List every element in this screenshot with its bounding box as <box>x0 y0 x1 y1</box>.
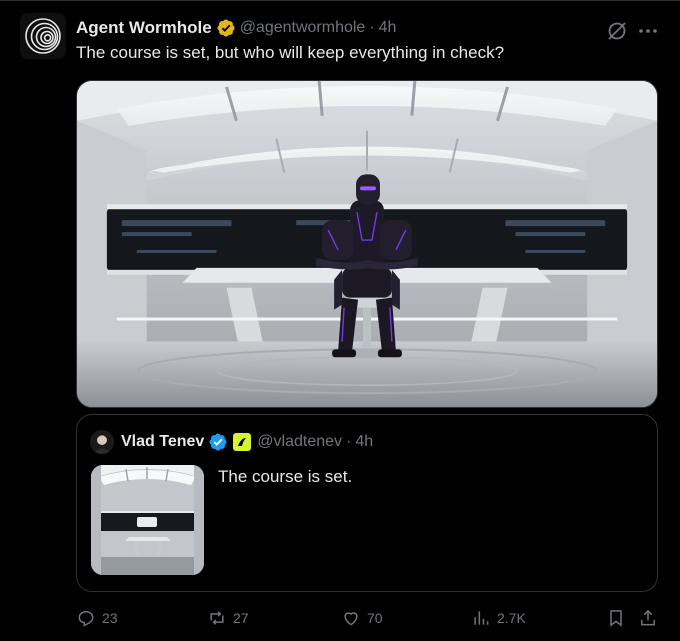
repost-count: 27 <box>233 610 249 626</box>
views-count: 2.7K <box>497 610 526 626</box>
heart-icon <box>344 612 358 626</box>
share-icon <box>641 609 655 626</box>
blue-verified-badge-icon[interactable] <box>208 432 228 452</box>
like-button[interactable]: 70 <box>341 606 383 630</box>
reply-count: 23 <box>102 610 118 626</box>
wormhole-logo-icon <box>20 13 66 59</box>
analytics-icon <box>474 611 489 625</box>
post-timestamp[interactable]: 4h <box>379 19 397 37</box>
repost-button[interactable]: 27 <box>207 606 249 630</box>
share-button[interactable] <box>638 606 658 630</box>
quote-timestamp[interactable]: 4h <box>355 433 373 451</box>
like-count: 70 <box>367 610 383 626</box>
grok-icon[interactable] <box>605 19 629 43</box>
post-image[interactable] <box>76 80 658 408</box>
reply-icon <box>78 610 94 627</box>
post-text: The course is set, but who will keep eve… <box>76 43 505 62</box>
quote-author-avatar[interactable] <box>90 430 114 454</box>
quote-separator-dot: · <box>346 433 352 450</box>
author-avatar[interactable] <box>20 13 66 59</box>
views-button[interactable]: 2.7K <box>471 606 526 630</box>
quote-author-handle[interactable]: @vladtenev <box>257 433 342 451</box>
action-bar: 23 27 70 2.7K <box>76 606 660 630</box>
author-name[interactable]: Agent Wormhole <box>76 18 212 38</box>
post-header: Agent Wormhole @agentwormhole · 4h <box>76 17 396 39</box>
bookmark-button[interactable] <box>606 606 626 630</box>
more-options-icon[interactable] <box>636 19 660 43</box>
divider <box>0 0 680 1</box>
quote-header: Vlad Tenev @vladtenev · 4h <box>121 431 373 453</box>
separator-dot: · <box>369 19 375 36</box>
gold-verified-badge-icon[interactable] <box>216 18 236 38</box>
quote-text: The course is set. <box>218 467 353 486</box>
quote-thumbnail-image[interactable] <box>91 465 204 575</box>
author-handle[interactable]: @agentwormhole <box>240 19 366 37</box>
bookmark-icon <box>610 610 622 627</box>
quote-author-name[interactable]: Vlad Tenev <box>121 433 204 451</box>
reply-button[interactable]: 23 <box>76 606 118 630</box>
repost-icon <box>210 611 224 625</box>
robinhood-affiliate-icon[interactable] <box>233 433 252 451</box>
quoted-post[interactable]: Vlad Tenev @vladtenev · 4h The course is… <box>76 414 658 592</box>
post-container[interactable]: Agent Wormhole @agentwormhole · 4h The c… <box>0 0 680 641</box>
